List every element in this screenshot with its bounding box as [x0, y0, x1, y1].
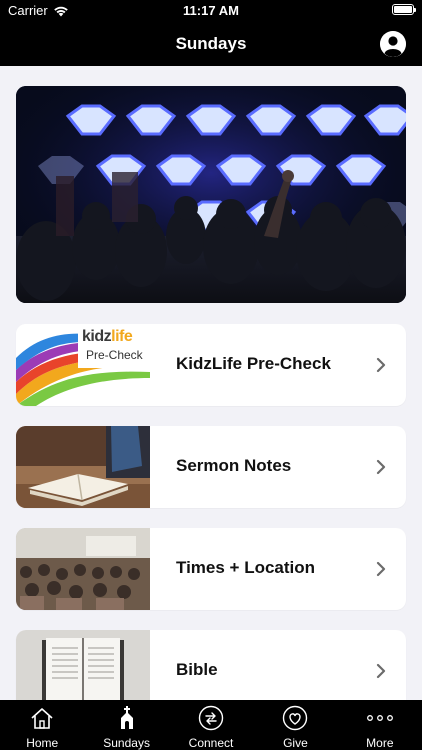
- heart-icon: [281, 705, 309, 731]
- chevron-right-icon: [376, 561, 386, 577]
- battery-icon: [392, 4, 416, 15]
- chevron-right-icon: [376, 663, 386, 679]
- status-time: 11:17 AM: [183, 3, 239, 18]
- navigation-bar: Sundays: [0, 22, 422, 66]
- tab-home[interactable]: Home: [0, 700, 84, 750]
- ellipsis-icon: [366, 705, 394, 731]
- bible-thumbnail: [16, 630, 150, 700]
- card-label: Times + Location: [176, 558, 316, 577]
- page-title: Sundays: [175, 34, 247, 53]
- tab-sundays[interactable]: Sundays: [84, 700, 168, 750]
- church-icon: [113, 705, 141, 731]
- tab-label: Give: [283, 736, 308, 750]
- tab-label: Home: [26, 736, 59, 750]
- chevron-right-icon: [376, 357, 386, 373]
- tab-bar: Home Sundays Connect Give More: [0, 700, 422, 750]
- profile-icon[interactable]: [380, 31, 406, 57]
- sermon-notes-card[interactable]: Sermon Notes: [16, 426, 406, 508]
- times-location-thumbnail: [16, 528, 150, 610]
- card-label: Bible: [176, 660, 218, 679]
- bible-card[interactable]: Bible: [16, 630, 406, 700]
- tab-label: Connect: [188, 736, 234, 750]
- tab-give[interactable]: Give: [253, 700, 337, 750]
- status-bar: Carrier 11:17 AM: [0, 0, 422, 22]
- tab-connect[interactable]: Connect: [169, 700, 253, 750]
- chevron-right-icon: [376, 459, 386, 475]
- times-location-card[interactable]: Times + Location: [16, 528, 406, 610]
- tab-label: More: [366, 736, 394, 750]
- kidzlife-thumb-subtitle: Pre-Check: [86, 348, 143, 362]
- sermon-notes-thumbnail: [16, 426, 150, 508]
- hero-image[interactable]: [16, 86, 406, 303]
- card-label: Sermon Notes: [176, 456, 292, 475]
- house-icon: [28, 705, 56, 731]
- card-label: KidzLife Pre-Check: [176, 354, 331, 373]
- tab-more[interactable]: More: [338, 700, 422, 750]
- kidzlife-precheck-card[interactable]: kidzlife Pre-Check KidzLife Pre-Check: [16, 324, 406, 406]
- tab-label: Sundays: [103, 736, 150, 750]
- connect-arrows-icon: [197, 705, 225, 731]
- kidzlife-thumbnail: kidzlife Pre-Check: [16, 324, 150, 406]
